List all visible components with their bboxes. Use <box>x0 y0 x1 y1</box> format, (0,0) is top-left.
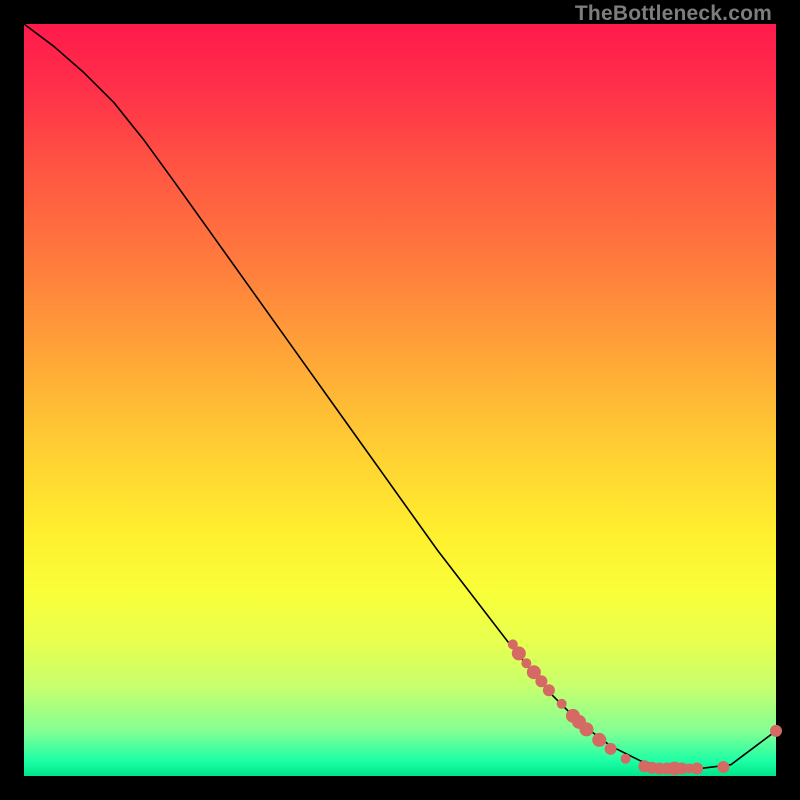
data-marker <box>557 699 567 709</box>
data-marker <box>592 733 606 747</box>
data-marker <box>512 646 526 660</box>
data-marker <box>621 754 631 764</box>
data-marker <box>717 761 729 773</box>
data-marker <box>580 722 594 736</box>
watermark-text: TheBottleneck.com <box>575 2 772 26</box>
chart-stage: TheBottleneck.com <box>0 0 800 800</box>
data-marker <box>543 684 555 696</box>
markers-group <box>508 639 782 775</box>
curve-line <box>24 24 776 768</box>
data-marker <box>605 743 617 755</box>
chart-svg <box>24 24 776 776</box>
plot-area <box>24 24 776 776</box>
data-marker <box>691 762 703 774</box>
data-marker <box>770 725 782 737</box>
